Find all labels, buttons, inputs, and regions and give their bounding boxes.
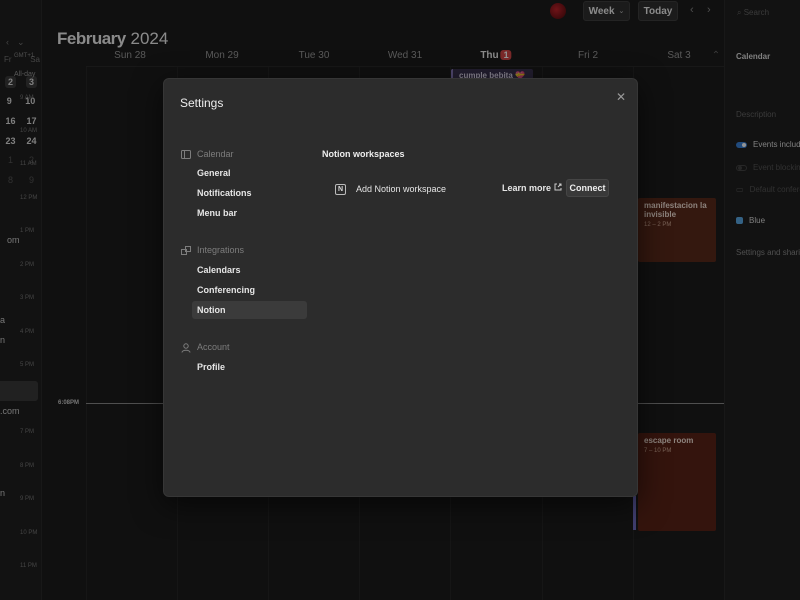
add-notion-workspace-label: Add Notion workspace xyxy=(356,184,447,194)
settings-item-conferencing[interactable]: Conferencing xyxy=(192,281,307,299)
settings-item-notifications[interactable]: Notifications xyxy=(192,184,307,202)
section-title: Integrations xyxy=(197,245,245,255)
settings-item-calendars[interactable]: Calendars xyxy=(192,261,307,279)
add-notion-workspace-row: N Add Notion workspace Learn more Connec… xyxy=(332,177,612,201)
calendar-icon xyxy=(181,149,191,159)
section-calendar: Calendar xyxy=(181,149,234,159)
connect-button[interactable]: Connect xyxy=(566,179,609,197)
section-title: Calendar xyxy=(197,149,234,159)
settings-item-general[interactable]: General xyxy=(192,164,307,182)
notion-icon: N xyxy=(335,183,346,195)
modal-title: Settings xyxy=(180,96,224,110)
learn-more-label: Learn more xyxy=(502,183,552,193)
notion-workspaces-title: Notion workspaces xyxy=(322,149,405,159)
external-link-icon xyxy=(554,183,562,193)
section-integrations: Integrations xyxy=(181,245,244,255)
integrations-icon xyxy=(181,245,191,255)
account-icon xyxy=(181,342,191,353)
settings-item-profile[interactable]: Profile xyxy=(192,358,307,376)
section-account: Account xyxy=(181,342,230,353)
close-icon[interactable]: ✕ xyxy=(614,90,628,104)
section-title: Account xyxy=(197,342,230,352)
learn-more-link[interactable]: Learn more xyxy=(502,183,562,193)
settings-item-notion[interactable]: Notion xyxy=(192,301,307,319)
settings-modal: Settings ✕ Calendar General Notification… xyxy=(163,78,638,497)
settings-item-menu-bar[interactable]: Menu bar xyxy=(192,204,307,222)
